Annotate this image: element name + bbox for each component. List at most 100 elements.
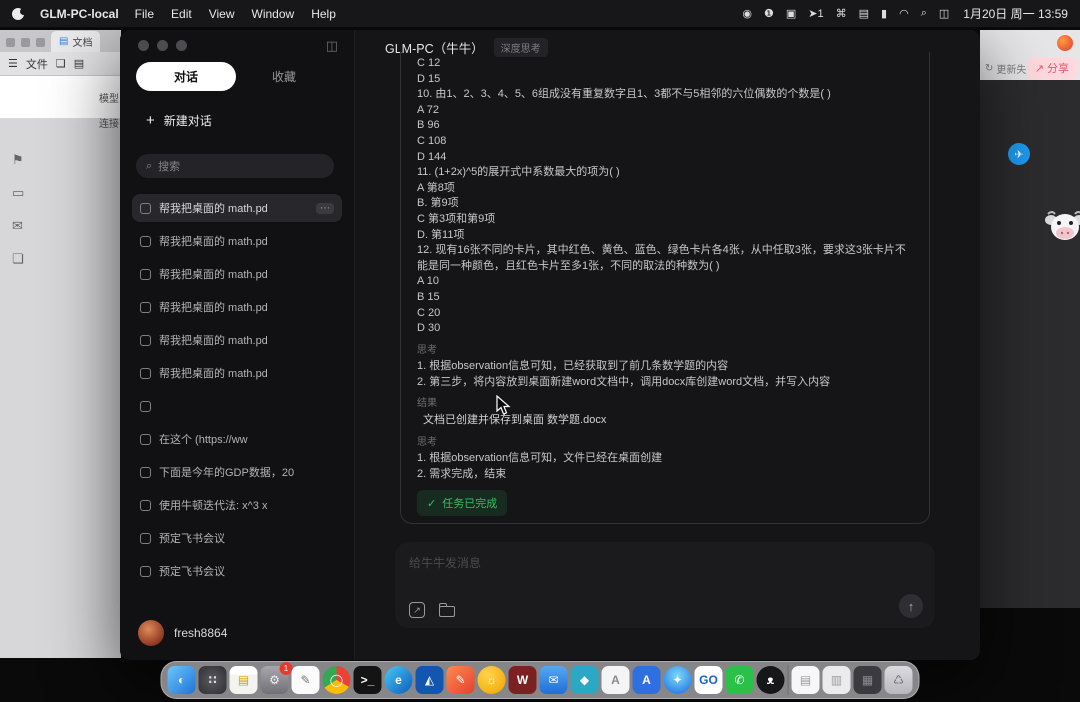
folder-open-icon[interactable]: ❏ xyxy=(56,57,66,70)
window-tool-icon[interactable] xyxy=(36,38,45,47)
panel-label[interactable]: 连接 xyxy=(99,115,119,130)
dock-launchpad[interactable]: ∷ xyxy=(199,666,227,694)
composer[interactable]: 给牛牛发消息 ↗ ↑ xyxy=(395,542,935,628)
chat-line: 1. 根据observation信息可知，已经获取到了前几条数学题的内容 xyxy=(417,359,913,375)
conversation-label: 使用牛顿迭代法: x^3 x xyxy=(159,497,267,513)
window-controls xyxy=(138,40,187,51)
status-dot-icon[interactable]: ◉ xyxy=(742,7,752,20)
window-tool-icon[interactable] xyxy=(21,38,30,47)
minimize-button[interactable] xyxy=(157,40,168,51)
dock-chrome[interactable]: ◯ xyxy=(323,666,351,694)
battery-icon[interactable]: ▮ xyxy=(881,7,887,20)
dock-notes[interactable]: ▤ xyxy=(230,666,258,694)
niuniu-mascot-sticker[interactable] xyxy=(1044,210,1080,244)
conversation-item[interactable]: 预定飞书会议 ⋯ xyxy=(132,524,342,552)
dock-yellow-app[interactable]: ☼ xyxy=(478,666,506,694)
screenshot-icon[interactable]: ↗ xyxy=(409,602,425,618)
sidebar-collapse-icon[interactable]: ◫ xyxy=(326,38,338,54)
chat-line: A 72 xyxy=(417,103,913,119)
dock-word[interactable]: W xyxy=(509,666,537,694)
conversation-item[interactable]: 帮我把桌面的 math.pd ⋯ xyxy=(132,359,342,387)
conversation-item[interactable]: 下面是今年的GDP数据，20 ⋯ xyxy=(132,458,342,486)
tab-favorites[interactable]: 收藏 xyxy=(272,62,296,91)
dock-doc-thumb-2[interactable]: ▥ xyxy=(823,666,851,694)
conversation-item[interactable]: 帮我把桌面的 math.pd ⋯ xyxy=(132,293,342,321)
print-icon[interactable]: ▤ xyxy=(74,57,84,70)
panel-label[interactable]: 模型 xyxy=(99,90,119,105)
window-tool-icon[interactable] xyxy=(6,38,15,47)
hamburger-icon[interactable]: ☰ xyxy=(8,57,18,70)
folder-icon[interactable] xyxy=(439,606,455,617)
wifi-icon[interactable]: ◠ xyxy=(899,7,909,20)
menu-app-name[interactable]: GLM-PC-local xyxy=(40,7,119,21)
dock-sail-app[interactable]: ◭ xyxy=(416,666,444,694)
dock-terminal[interactable]: >_ xyxy=(354,666,382,694)
menu-bar: GLM-PC-local File Edit View Window Help ◉ ❶ ▣ ➤… xyxy=(0,0,1080,27)
apple-menu-icon[interactable] xyxy=(12,8,24,20)
dock-pencil-app[interactable]: ✎ xyxy=(447,666,475,694)
conversation-item[interactable]: ⋯ xyxy=(132,392,342,420)
comment-icon[interactable]: ✉ xyxy=(12,218,24,234)
chat-icon xyxy=(140,368,151,379)
dock-cat-app[interactable]: ᴥ xyxy=(757,666,785,694)
dock-a-blue-app[interactable]: A xyxy=(633,666,661,694)
conversation-item[interactable]: 帮我把桌面的 math.pd ⋯ xyxy=(132,227,342,255)
bookmark-icon[interactable]: ⚑ xyxy=(12,152,24,168)
left-window-tabbar: ▤ 文档 xyxy=(0,30,121,52)
file-menu-label[interactable]: 文件 xyxy=(26,56,48,72)
chat-icon xyxy=(140,401,151,412)
conversation-item[interactable]: 帮我把桌面的 math.pd ⋯ xyxy=(132,260,342,288)
conversation-item[interactable]: 帮我把桌面的 math.pd ⋯ xyxy=(132,194,342,222)
tab-document[interactable]: ▤ 文档 xyxy=(51,31,100,52)
share-button[interactable]: ↗ 分享 xyxy=(1027,57,1077,79)
conversation-item[interactable]: 在这个 (https://ww ⋯ xyxy=(132,425,342,453)
new-chat-button[interactable]: + 新建对话 xyxy=(146,112,212,129)
search-placeholder: 搜索 xyxy=(158,158,180,174)
dock-safari[interactable]: ✦ xyxy=(664,666,692,694)
search-input[interactable]: ⌕ 搜索 xyxy=(136,154,334,178)
send-button[interactable]: ↑ xyxy=(899,594,923,618)
screen-share-icon[interactable]: ▤ xyxy=(859,7,869,20)
dock-edge[interactable]: e xyxy=(385,666,413,694)
panel-icon[interactable]: ▭ xyxy=(12,185,24,201)
tab-dialogues[interactable]: 对话 xyxy=(136,62,236,91)
conversation-label: 帮我把桌面的 math.pd xyxy=(159,233,268,249)
dock-doc-thumb-1[interactable]: ▤ xyxy=(792,666,820,694)
dock-teal-app[interactable]: ◆ xyxy=(571,666,599,694)
chat-icon xyxy=(140,236,151,247)
control-center-icon[interactable]: ◫ xyxy=(939,7,949,20)
user-profile[interactable]: fresh8864 xyxy=(138,620,227,646)
zoom-button[interactable] xyxy=(176,40,187,51)
assistant-message: C 12D 1510. 由1、2、3、4、5、6组成没有重复数字且1、3都不与5… xyxy=(400,52,930,524)
dock-mail[interactable]: ✉ xyxy=(540,666,568,694)
search-icon: ⌕ xyxy=(146,160,152,173)
dock-settings[interactable]: ⚙ 1 xyxy=(261,666,289,694)
conversation-item[interactable]: 预定飞书会议 ⋯ xyxy=(132,557,342,585)
dock-window-thumb[interactable]: ▦ xyxy=(854,666,882,694)
dock-wechat[interactable]: ✆ xyxy=(726,666,754,694)
menu-item[interactable]: View xyxy=(209,7,235,21)
spotlight-icon[interactable]: ⌕ xyxy=(921,7,927,20)
conversation-item[interactable]: 使用牛顿迭代法: x^3 x ⋯ xyxy=(132,491,342,519)
menu-item[interactable]: Help xyxy=(311,7,336,21)
profile-avatar[interactable] xyxy=(1057,35,1073,51)
dock-go-app[interactable]: GO xyxy=(695,666,723,694)
dock-trash[interactable]: ♺ xyxy=(885,666,913,694)
menu-item[interactable]: Edit xyxy=(171,7,192,21)
menu-item[interactable]: Window xyxy=(252,7,295,21)
dock-textedit[interactable]: ✎ xyxy=(292,666,320,694)
display-icon[interactable]: ▣ xyxy=(786,7,796,20)
badge-one-icon[interactable]: ❶ xyxy=(764,7,774,20)
upload-one-icon[interactable]: ➤1 xyxy=(808,7,823,20)
dock-finder[interactable]: ◐ xyxy=(168,666,196,694)
share-icon: ↗ xyxy=(1035,62,1044,75)
menu-item[interactable]: File xyxy=(135,7,154,21)
messenger-icon[interactable]: ✈ xyxy=(1008,143,1030,165)
dock-a-light-app[interactable]: A xyxy=(602,666,630,694)
close-button[interactable] xyxy=(138,40,149,51)
shortcut-icon[interactable]: ⌘ xyxy=(836,7,847,20)
conversation-item[interactable]: 帮我把桌面的 math.pd ⋯ xyxy=(132,326,342,354)
menu-clock[interactable]: 1月20日 周一 13:59 xyxy=(963,5,1068,22)
copy-icon[interactable]: ❏ xyxy=(12,251,24,267)
more-icon[interactable]: ⋯ xyxy=(316,203,334,214)
